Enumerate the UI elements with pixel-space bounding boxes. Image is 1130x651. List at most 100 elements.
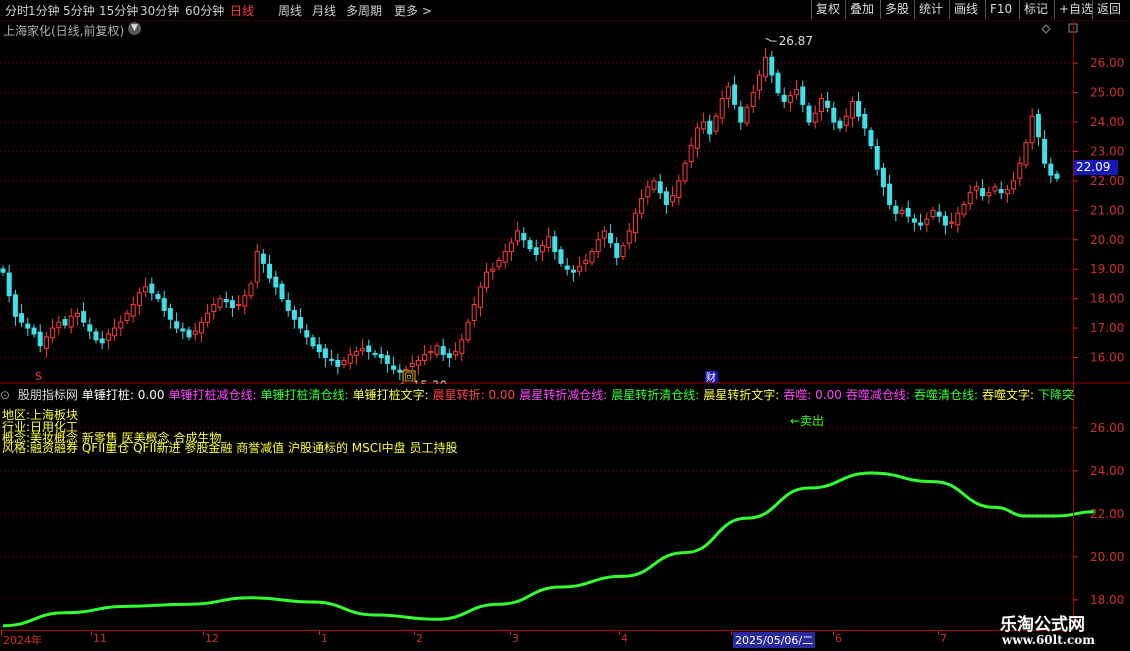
indicator-axis-label: 22.00 [1090,507,1124,521]
cai-marker: 财 [706,371,716,384]
candle-body [725,86,731,100]
candle-body [93,331,99,341]
sell-signal-label: ←卖出 [790,414,825,428]
candle-body [205,312,211,323]
toolbar-button[interactable]: 多股 [880,0,913,19]
candle-body [918,222,924,226]
indicator-menu-icon[interactable]: ⊙ [0,388,14,402]
date-tick-mark [91,631,92,635]
date-axis: 2024年 11 12 1 2 3 4 2025/05/06/二 6 7 [0,630,1073,651]
toolbar-button[interactable]: +自选 [1054,0,1097,19]
period-tab[interactable]: 日线 [230,2,254,19]
candle-body [99,338,105,344]
candle-body [409,362,415,368]
candle-body [428,351,434,354]
toolbar-button[interactable]: F10 [985,0,1016,19]
indicator-name[interactable]: 股朋指标网 [18,388,78,402]
period-tab[interactable]: 30分钟 [140,2,179,19]
candle-body [781,94,787,102]
period-tab[interactable]: 更多 > [394,2,432,19]
candle-body [794,89,800,96]
candle-body [1042,138,1048,164]
candle-body [37,331,43,347]
candle-body [254,251,260,283]
period-tab[interactable]: 周线 [278,2,302,19]
candle-body [614,243,620,258]
indicator-header-item: 吞噬文字: [982,388,1035,402]
period-tab[interactable]: 60分钟 [185,2,224,19]
price-axis-label: 17.00 [1090,321,1124,335]
candle-body [701,121,707,130]
candle-body [174,321,180,329]
period-tab[interactable]: 15分钟 [99,2,138,19]
style-text: 风格:融资融券 QFII重仓 QFII新进 参股金融 商誉减值 沪股通标的 MS… [2,441,458,455]
candle-body [980,188,986,197]
candle-body [446,353,452,359]
indicator-axis-label: 20.00 [1090,550,1124,564]
candle-body [682,162,688,182]
period-tab[interactable]: 月线 [312,2,336,19]
toolbar-button[interactable]: 标记 [1019,0,1052,19]
candle-body [738,106,744,123]
diamond-icon[interactable] [1041,24,1051,34]
indicator-header-item: 下降突破 [1038,388,1075,402]
candle-body [50,327,56,339]
candle-body [862,113,868,129]
candle-body [322,348,328,359]
candlestick-chart[interactable]: 26.00 25.00 24.00 23.00 22.00 21.00 20.00 19.00… [0,20,1130,384]
candle-body [732,84,738,105]
candle-body [490,268,496,272]
candle-body [1017,162,1023,179]
toolbar-button[interactable]: 统计 [914,0,947,19]
price-axis-label: 25.00 [1090,86,1124,100]
period-tab[interactable]: 分时 [5,2,29,19]
candle-body [608,233,614,244]
candle-body [831,107,837,123]
toolbar-button[interactable]: 叠加 [845,0,878,19]
candle-body [304,330,310,338]
candle-body [769,56,775,76]
s-marker: S [35,370,42,383]
toolbar-button[interactable]: 复权 [811,0,844,19]
candle-body [992,186,998,192]
indicator-chart[interactable]: 26.00 24.00 22.00 20.00 18.00 [0,385,1130,630]
candle-body [267,263,273,279]
candle-body [670,195,676,203]
indicator-axis-label: 18.00 [1090,593,1124,607]
candle-body [539,245,545,253]
date-tick-mark [319,631,320,635]
watermark-title: 乐淘公式网 [1000,615,1085,635]
period-toolbar: 分时 1分钟 5分钟 15分钟 30分钟 60分钟 日线 周线 月线 多周期 更多 > 复权 叠加 多股统… [0,0,1130,21]
candle-body [589,251,595,263]
candle-body [837,120,843,129]
candle-body [1035,113,1041,138]
candle-body [1004,189,1010,195]
candle-body [1011,180,1017,190]
candle-body [471,304,477,321]
price-axis-label: 16.00 [1090,351,1124,365]
candle-body [229,300,235,308]
toolbar-button[interactable]: 返回 [1092,0,1125,19]
candle-body [31,327,37,335]
candle-body [236,304,242,307]
candle-body [508,242,514,253]
candle-body [750,92,756,107]
candle-body [688,145,694,163]
period-tab[interactable]: 1分钟 [28,2,60,19]
candle-body [955,212,961,226]
candle-body [6,272,12,297]
candle-body [242,295,248,307]
date-tick-mark [1,631,2,635]
candle-body [316,344,322,353]
period-tab[interactable]: 5分钟 [63,2,95,19]
candle-body [930,209,936,218]
candle-body [961,203,967,215]
candle-body [62,319,68,326]
toolbar-button[interactable]: 画线 [949,0,982,19]
candle-body [570,269,576,273]
period-tab[interactable]: 多周期 [346,2,382,19]
indicator-header-item: 吞噬: 0.00 [783,388,842,402]
candle-body [291,309,297,320]
candle-body [335,359,341,367]
candle-body [843,115,849,126]
